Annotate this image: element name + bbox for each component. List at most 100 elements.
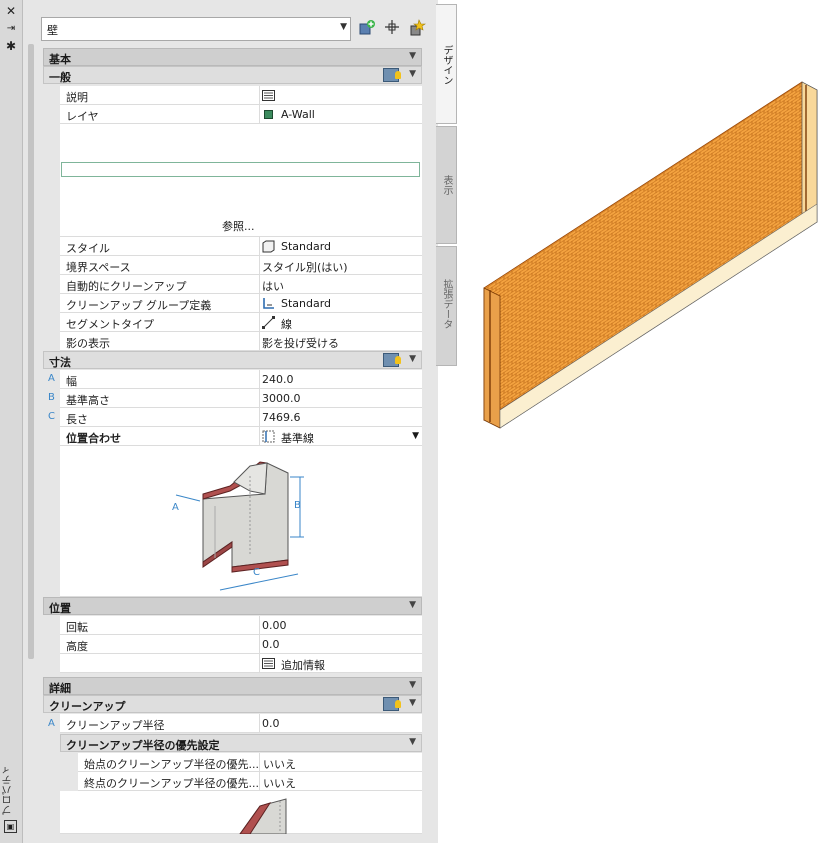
- tab-display[interactable]: 表示: [436, 126, 457, 244]
- object-type-select[interactable]: 壁 ▼: [41, 17, 351, 41]
- property-label: 自動的にクリーンアップ: [66, 280, 187, 293]
- property-label: 境界スペース: [66, 261, 131, 274]
- chevron-down-icon[interactable]: ▼: [409, 354, 416, 364]
- property-row-base-height[interactable]: 基準高さ 3000.0: [60, 389, 422, 408]
- property-row-end-override[interactable]: 終点のクリーンアップ半径の優先... いいえ: [78, 772, 422, 791]
- property-label: 回転: [66, 621, 88, 634]
- text-editor-icon[interactable]: [262, 90, 275, 101]
- properties-icon[interactable]: [383, 68, 401, 82]
- property-value[interactable]: スタイル別(はい): [262, 259, 348, 275]
- cleanup-diagram: [60, 791, 422, 835]
- property-value[interactable]: いいえ: [263, 756, 296, 772]
- property-row-description[interactable]: 説明: [60, 86, 422, 105]
- property-value[interactable]: 240.0: [262, 373, 294, 386]
- tab-extended-label: 拡張データ: [441, 279, 452, 329]
- property-row-boundary[interactable]: 境界スペース スタイル別(はい): [60, 256, 422, 275]
- section-basic[interactable]: 基本 ▼: [43, 48, 422, 66]
- property-row-segment[interactable]: セグメントタイプ 線: [60, 313, 422, 332]
- palette-icon[interactable]: ▣: [4, 820, 17, 833]
- property-value[interactable]: 線: [281, 316, 292, 332]
- properties-icon[interactable]: [383, 697, 401, 711]
- layer-color-swatch: [264, 110, 273, 119]
- additional-info-button[interactable]: 追加情報: [281, 657, 325, 673]
- category-dimensions[interactable]: 寸法 ▼: [43, 351, 422, 369]
- category-cleanup-label: クリーンアップ: [49, 700, 126, 713]
- chevron-down-icon[interactable]: ▼: [409, 69, 416, 79]
- chevron-down-icon[interactable]: ▼: [409, 737, 416, 747]
- object-type-value: 壁: [47, 24, 58, 37]
- category-general-label: 一般: [49, 71, 71, 84]
- section-location[interactable]: 位置 ▼: [43, 597, 422, 615]
- select-objects-icon[interactable]: [382, 19, 402, 39]
- wall-dimension-illustration: B C A: [172, 461, 304, 591]
- property-row-additional[interactable]: 追加情報: [60, 654, 422, 673]
- cleanup-group-icon: [263, 298, 274, 309]
- properties-icon[interactable]: [383, 353, 401, 367]
- section-location-label: 位置: [49, 602, 71, 615]
- property-label: クリーンアップ半径: [66, 719, 165, 732]
- category-cleanup-override-label: クリーンアップ半径の優先設定: [66, 739, 220, 752]
- property-row-cleanup-group[interactable]: クリーンアップ グループ定義 Standard: [60, 294, 422, 313]
- chevron-down-icon[interactable]: ▼: [412, 431, 419, 441]
- chevron-down-icon[interactable]: ▼: [409, 698, 416, 708]
- property-label: 位置合わせ: [66, 432, 121, 445]
- browse-button[interactable]: 参照...: [222, 218, 255, 234]
- property-row-rotation[interactable]: 回転 0.00: [60, 616, 422, 635]
- dimension-letter-b: B: [48, 392, 55, 403]
- category-cleanup-override[interactable]: クリーンアップ半径の優先設定 ▼: [60, 734, 422, 752]
- property-label: 高度: [66, 640, 88, 653]
- category-dimensions-label: 寸法: [49, 356, 71, 369]
- property-value[interactable]: 0.0: [262, 717, 280, 730]
- property-label: 長さ: [66, 413, 88, 426]
- chevron-down-icon[interactable]: ▼: [409, 600, 416, 610]
- property-row-elevation[interactable]: 高度 0.0: [60, 635, 422, 654]
- chevron-down-icon: ▼: [340, 22, 347, 32]
- baseline-icon: [262, 430, 275, 443]
- property-value[interactable]: 影を投げ受ける: [262, 335, 339, 351]
- property-value[interactable]: 基準線: [281, 430, 314, 446]
- property-row-cleanup-radius[interactable]: クリーンアップ半径 0.0: [60, 714, 422, 733]
- tab-design[interactable]: デザイン: [436, 4, 457, 124]
- palette-title: プロパティ: [3, 765, 14, 815]
- property-row-width[interactable]: 幅 240.0: [60, 370, 422, 389]
- additional-info-icon[interactable]: [262, 658, 275, 669]
- scrollbar[interactable]: [28, 44, 34, 659]
- property-label: クリーンアップ グループ定義: [66, 299, 212, 312]
- description-area: 参照...: [60, 124, 422, 237]
- property-label: 説明: [66, 91, 88, 104]
- section-detail[interactable]: 詳細 ▼: [43, 677, 422, 695]
- property-row-justify[interactable]: 位置合わせ 基準線 ▼: [60, 427, 422, 446]
- category-general[interactable]: 一般 ▼: [43, 66, 422, 84]
- property-value[interactable]: 3000.0: [262, 392, 301, 405]
- line-segment-icon: [262, 316, 275, 329]
- auto-hide-icon[interactable]: ⇥: [4, 22, 18, 36]
- property-value[interactable]: 7469.6: [262, 411, 301, 424]
- property-value[interactable]: Standard: [281, 297, 331, 310]
- property-row-shadow[interactable]: 影の表示 影を投げ受ける: [60, 332, 422, 351]
- add-selection-icon[interactable]: [357, 19, 377, 39]
- property-value[interactable]: Standard: [281, 240, 331, 253]
- gear-icon[interactable]: ✱: [4, 39, 18, 53]
- property-label: 基準高さ: [66, 394, 110, 407]
- dimension-letter-a: A: [48, 718, 55, 729]
- tab-extended-data[interactable]: 拡張データ: [436, 246, 457, 366]
- category-cleanup[interactable]: クリーンアップ ▼: [43, 695, 422, 713]
- diagram-label-c: C: [253, 567, 260, 578]
- close-icon[interactable]: ✕: [4, 4, 18, 18]
- diagram-label-a: A: [172, 502, 179, 513]
- property-row-layer[interactable]: レイヤ A-Wall: [60, 105, 422, 124]
- tab-display-label: 表示: [441, 175, 452, 195]
- description-input[interactable]: [61, 162, 420, 177]
- property-row-style[interactable]: スタイル Standard: [60, 237, 422, 256]
- chevron-down-icon[interactable]: ▼: [409, 51, 416, 61]
- property-value[interactable]: いいえ: [263, 775, 296, 791]
- chevron-down-icon[interactable]: ▼: [409, 680, 416, 690]
- property-row-length[interactable]: 長さ 7469.6: [60, 408, 422, 427]
- property-row-start-override[interactable]: 始点のクリーンアップ半径の優先... いいえ: [78, 753, 422, 772]
- property-value[interactable]: A-Wall: [281, 108, 315, 121]
- property-value[interactable]: はい: [262, 278, 284, 294]
- property-row-autoclean[interactable]: 自動的にクリーンアップ はい: [60, 275, 422, 294]
- quick-select-icon[interactable]: [407, 19, 427, 39]
- property-value[interactable]: 0.00: [262, 619, 287, 632]
- property-value[interactable]: 0.0: [262, 638, 280, 651]
